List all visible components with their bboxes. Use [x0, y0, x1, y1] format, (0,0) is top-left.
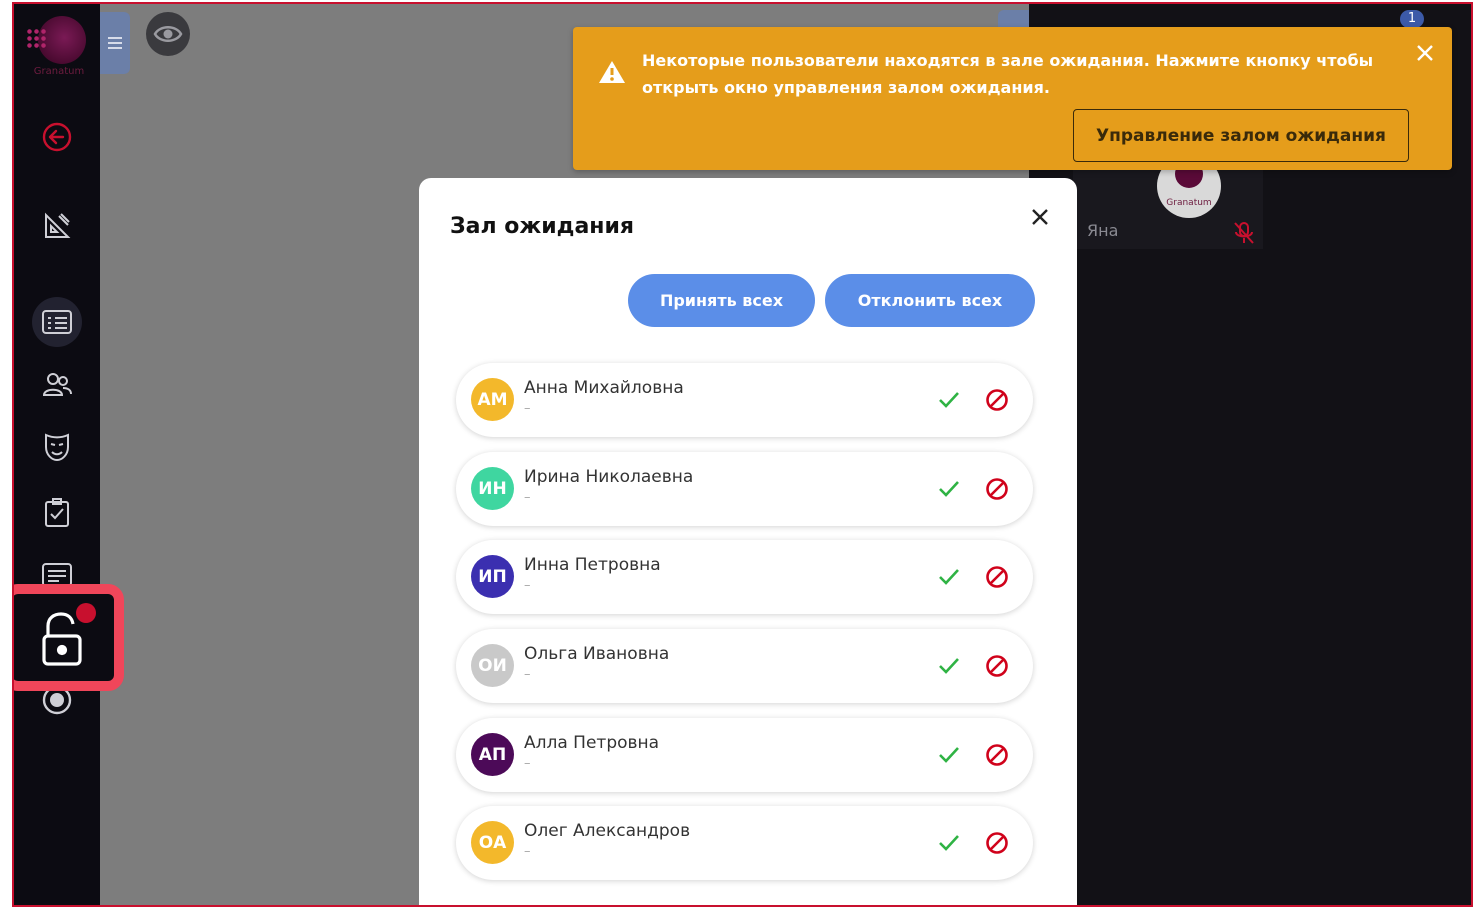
presentation-list-icon[interactable] [32, 297, 82, 347]
user-subtitle: – [524, 667, 531, 682]
user-name: Олег Александров [524, 821, 691, 841]
user-avatar: ОИ [471, 644, 514, 687]
reject-user-button[interactable] [984, 476, 1010, 502]
user-row: ИП Инна Петровна – [456, 540, 1033, 614]
manage-waiting-room-button[interactable]: Управление залом ожидания [1073, 109, 1409, 162]
eye-icon [153, 26, 183, 42]
user-row: ОИ Ольга Ивановна – [456, 629, 1033, 703]
check-icon [939, 747, 959, 763]
user-name: Анна Михайловна [524, 378, 684, 398]
participants-count-badge: 1 [1400, 10, 1424, 28]
check-icon [939, 658, 959, 674]
user-name: Ирина Николаевна [524, 467, 694, 487]
accept-user-button[interactable] [936, 476, 962, 502]
user-name: Инна Петровна [524, 555, 661, 575]
sidebar: Granatum [14, 4, 100, 905]
accept-user-button[interactable] [936, 653, 962, 679]
close-icon [1032, 209, 1048, 225]
user-avatar: ИН [471, 467, 514, 510]
accept-user-button[interactable] [936, 830, 962, 856]
waiting-room-button[interactable] [14, 584, 124, 691]
notification-dot [76, 603, 96, 623]
user-row: ИН Ирина Николаевна – [456, 452, 1033, 526]
menu-toggle-button[interactable] [100, 12, 130, 74]
user-name: Алла Петровна [524, 733, 660, 753]
user-subtitle: – [524, 578, 531, 593]
unlock-icon [42, 612, 82, 666]
block-icon [986, 478, 1008, 500]
reject-user-button[interactable] [984, 653, 1010, 679]
check-icon [939, 835, 959, 851]
waiting-room-toast: Некоторые пользователи находятся в зале … [573, 27, 1452, 170]
user-avatar: АМ [471, 378, 514, 421]
close-icon [1417, 45, 1433, 61]
waiting-room-modal: Зал ожидания Принять всех Отклонить всех… [419, 178, 1077, 905]
logo-text: Granatum [33, 66, 85, 77]
block-icon [986, 832, 1008, 854]
user-avatar: АП [471, 733, 514, 776]
reject-user-button[interactable] [984, 387, 1010, 413]
app-window: Granatum Granatum Яна 1 Некоторые пользо… [12, 2, 1473, 907]
modal-close-button[interactable] [1027, 204, 1053, 230]
modal-title: Зал ожидания [450, 214, 635, 239]
reject-all-button[interactable]: Отклонить всех [825, 274, 1035, 327]
mask-icon[interactable] [37, 427, 77, 467]
logo: Granatum [22, 14, 92, 84]
back-arrow-icon[interactable] [37, 117, 77, 157]
user-subtitle: – [524, 756, 531, 771]
block-icon [986, 744, 1008, 766]
user-subtitle: – [524, 490, 531, 505]
participant-name: Яна [1087, 221, 1119, 240]
user-row: АП Алла Петровна – [456, 718, 1033, 792]
block-icon [986, 566, 1008, 588]
toast-message: Некоторые пользователи находятся в зале … [642, 51, 1374, 97]
accept-all-button[interactable]: Принять всех [628, 274, 815, 327]
users-icon[interactable] [37, 365, 77, 405]
accept-user-button[interactable] [936, 742, 962, 768]
accept-user-button[interactable] [936, 387, 962, 413]
reject-user-button[interactable] [984, 830, 1010, 856]
reject-user-button[interactable] [984, 742, 1010, 768]
check-icon [939, 569, 959, 585]
user-subtitle: – [524, 401, 531, 416]
mic-off-icon [1233, 221, 1255, 249]
hamburger-icon [108, 37, 122, 49]
warning-icon [597, 59, 627, 89]
block-icon [986, 389, 1008, 411]
user-avatar: ИП [471, 555, 514, 598]
view-mode-button[interactable] [146, 12, 190, 56]
toast-close-button[interactable] [1413, 41, 1437, 65]
pen-ruler-icon[interactable] [37, 206, 77, 246]
user-subtitle: – [524, 844, 531, 859]
user-row: АМ Анна Михайловна – [456, 363, 1033, 437]
checklist-icon[interactable] [37, 492, 77, 532]
reject-user-button[interactable] [984, 564, 1010, 590]
user-name: Ольга Ивановна [524, 644, 670, 664]
check-icon [939, 392, 959, 408]
accept-user-button[interactable] [936, 564, 962, 590]
user-avatar: ОА [471, 821, 514, 864]
check-icon [939, 481, 959, 497]
block-icon [986, 655, 1008, 677]
user-row: ОА Олег Александров – [456, 806, 1033, 880]
